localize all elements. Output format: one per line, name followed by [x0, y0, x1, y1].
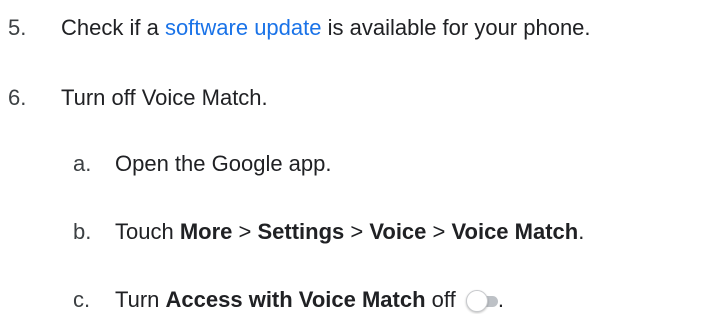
substep-text: Open the Google app. — [115, 151, 332, 176]
substep-letter: a. — [73, 151, 92, 176]
substep-text: Turn Access with Voice Match off . — [115, 287, 504, 312]
substep-letter: c. — [73, 287, 91, 312]
software-update-link[interactable]: software update — [165, 15, 322, 40]
substep-text: Touch More > Settings > Voice > Voice Ma… — [115, 219, 585, 244]
toggle-thumb — [465, 290, 488, 312]
menu-path-voice-match: Voice Match — [451, 219, 579, 244]
toggle-off-icon — [465, 290, 498, 312]
step-number: 6. — [8, 85, 27, 110]
step-number: 5. — [8, 15, 27, 40]
step-text: Check if a software update is available … — [61, 15, 591, 40]
menu-path-more: More — [179, 219, 233, 244]
menu-path-settings: Settings — [257, 219, 345, 244]
step-text: Turn off Voice Match. — [61, 85, 268, 110]
setting-name: Access with Voice Match — [165, 287, 426, 312]
substep-letter: b. — [73, 219, 92, 244]
menu-path-voice: Voice — [369, 219, 427, 244]
